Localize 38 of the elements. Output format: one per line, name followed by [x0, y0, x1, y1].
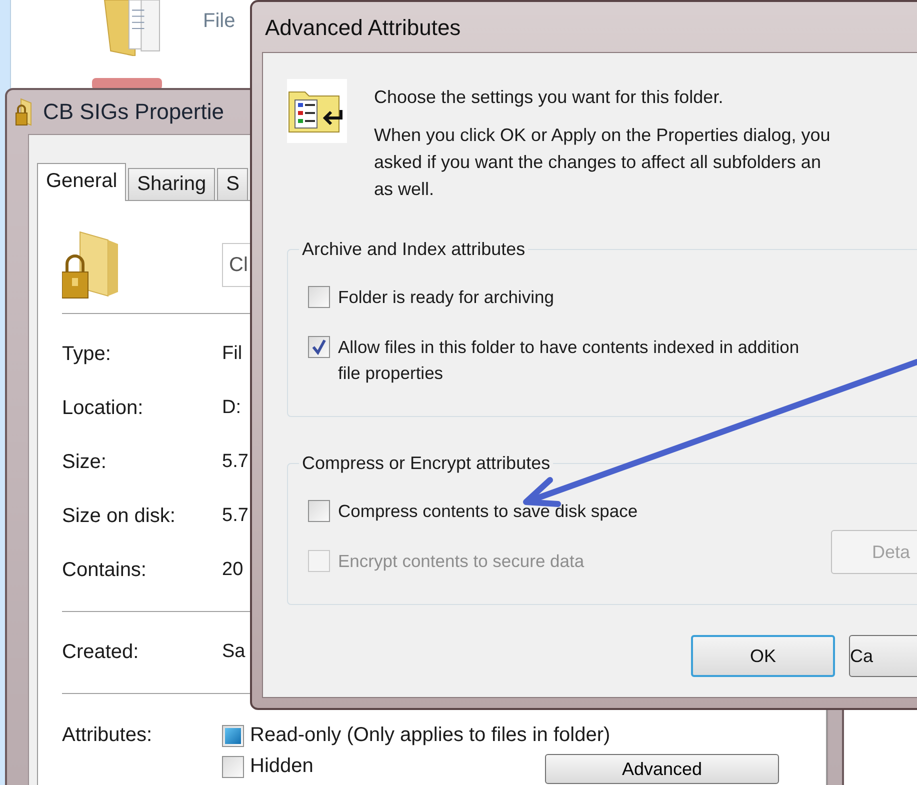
checkbox-label: Compress contents to save disk space: [338, 500, 638, 523]
checkbox-label: Allow files in this folder to have contents indexed in addition file properties: [338, 336, 800, 385]
property-label: Type:: [62, 343, 112, 367]
tab[interactable]: S: [217, 168, 248, 200]
window-title: CB SIGs Propertie: [43, 99, 224, 125]
checkbox[interactable]: [308, 500, 330, 522]
checkbox[interactable]: [308, 336, 330, 358]
tab[interactable]: General: [37, 163, 126, 201]
folder-list-icon: [287, 79, 347, 143]
property-value: D:: [222, 397, 241, 420]
checkbox[interactable]: [222, 756, 244, 778]
explanation-text: When you click OK or Apply on the Properties dialog, you asked if you want the changes to affect all subfolders an as well.: [374, 124, 830, 201]
advanced-button[interactable]: Advanced: [545, 754, 779, 784]
property-value: Fil: [222, 343, 242, 366]
instruction-text: Choose the settings you want for this folder.: [374, 87, 724, 108]
property-label: Contains:: [62, 559, 148, 583]
group-title: Compress or Encrypt attributes: [301, 453, 552, 474]
checkbox-label: Encrypt contents to secure data: [338, 550, 584, 573]
checkbox-label: Read-only (Only applies to files in folder): [250, 724, 610, 747]
property-label: Attributes:: [62, 724, 154, 748]
checkbox[interactable]: [308, 286, 330, 308]
dialog-button[interactable]: Ca: [849, 635, 917, 677]
column-header: File: [203, 10, 236, 33]
checkbox[interactable]: [222, 724, 244, 746]
property-label: Created:: [62, 641, 140, 665]
property-label: Location:: [62, 397, 144, 421]
group-title: Archive and Index attributes: [301, 239, 526, 260]
checkbox-label: Hidden: [250, 755, 314, 778]
property-label: Size on disk:: [62, 505, 176, 529]
property-value: 5.7: [222, 451, 248, 474]
window-title: Advanced Attributes: [264, 14, 462, 42]
tab[interactable]: Sharing: [128, 168, 216, 200]
property-value: 5.7: [222, 505, 248, 528]
checkbox-label: Folder is ready for archiving: [338, 286, 554, 309]
property-value: Sa: [222, 641, 246, 664]
dialog-button[interactable]: OK: [691, 635, 835, 677]
property-label: Size:: [62, 451, 108, 475]
property-value: 20: [222, 559, 244, 582]
